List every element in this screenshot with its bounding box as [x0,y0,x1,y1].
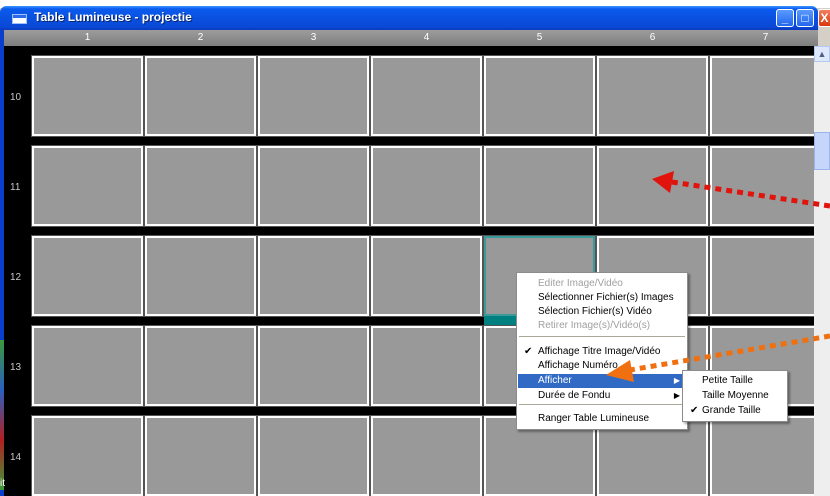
slide-cell[interactable] [144,415,257,496]
slide-cell[interactable] [709,145,822,227]
row-number: 14 [10,452,22,463]
slide-cell[interactable] [257,145,370,227]
menu-item-label: Sélection Fichier(s) Vidéo [538,306,652,317]
menu-item-label: Retirer Image(s)/Vidéo(s) [538,320,651,331]
vertical-scrollbar[interactable]: ▲ [814,46,830,496]
submenu-arrow-icon: ▶ [673,391,680,400]
maximize-icon[interactable]: □ [796,9,814,27]
slide-cell[interactable] [483,145,596,227]
menu-item-label: Petite Taille [702,375,753,386]
slide-cell[interactable] [31,235,144,317]
column-number: 4 [423,32,430,43]
context-menu-item[interactable]: Durée de Fondu ▶ [518,389,686,403]
slide-cell[interactable] [144,55,257,137]
slide-cell[interactable] [257,235,370,317]
slide-cell[interactable] [31,415,144,496]
title-bar[interactable]: Table Lumineuse - projectie _ □ X [0,6,830,30]
submenu-item[interactable]: Petite Taille [684,374,786,388]
context-menu-item[interactable]: Ranger Table Lumineuse [518,412,686,426]
menu-item-label: Editer Image/Vidéo [538,278,623,289]
menu-item-label: Affichage Titre Image/Vidéo [538,346,661,357]
slide-cell[interactable] [370,145,483,227]
slide-cell[interactable] [709,55,822,137]
context-menu-item[interactable]: Sélection Fichier(s) Vidéo [518,305,686,319]
check-icon: ✔ [524,346,533,357]
context-menu-item[interactable]: Sélectionner Fichier(s) Images [518,291,686,305]
window-app-icon[interactable] [12,14,27,24]
menu-item-label: Taille Moyenne [702,390,769,401]
menu-item-label: Durée de Fondu [538,390,611,401]
slide-cell[interactable] [144,235,257,317]
context-menu-item[interactable]: Retirer Image(s)/Vidéo(s) [518,319,686,333]
app-window: Table Lumineuse - projectie _ □ X 123456… [0,6,830,496]
slide-cell[interactable] [596,145,709,227]
minimize-icon[interactable]: _ [776,9,794,27]
menu-item-label: Sélectionner Fichier(s) Images [538,292,674,303]
slide-cell[interactable] [709,235,822,317]
column-number: 3 [310,32,317,43]
slide-cell[interactable] [144,145,257,227]
menu-item-label: Ranger Table Lumineuse [538,413,650,424]
slide-cell[interactable] [370,325,483,407]
menu-item-label: Affichage Numéro [538,360,618,371]
slide-cell[interactable] [483,55,596,137]
context-menu: Editer Image/Vidéo Sélectionner Fichier(s… [516,272,688,430]
light-table-grid: 1234567 10 11 12 13 14 [4,30,822,496]
chevron-up-icon[interactable]: ▲ [814,46,830,62]
menu-separator [519,404,685,405]
slide-cell[interactable] [370,235,483,317]
slide-cell[interactable] [257,55,370,137]
slide-cell[interactable] [31,325,144,407]
window-title: Table Lumineuse - projectie [34,10,192,24]
submenu-arrow-icon: ▶ [673,376,680,385]
context-menu-item[interactable]: Afficher ▶ [518,374,686,388]
slide-cell[interactable] [31,145,144,227]
slide-cell[interactable] [370,55,483,137]
context-menu-item[interactable]: Affichage Numéro [518,359,686,373]
row-number: 10 [10,92,22,103]
slide-cell[interactable] [370,415,483,496]
background-edge-text: it [0,478,5,489]
submenu-item[interactable]: ✔ Grande Taille [684,404,786,418]
column-number: 5 [536,32,543,43]
column-number: 2 [197,32,204,43]
slide-cell[interactable] [144,325,257,407]
menu-item-label: Grande Taille [702,405,761,416]
scrollbar-thumb[interactable] [814,132,830,170]
row-number: 11 [10,182,21,193]
background-window-edge [0,340,4,490]
column-header-bar: 1 2 3 4 5 6 7 [4,30,818,46]
slide-cell[interactable] [31,55,144,137]
submenu-item[interactable]: Taille Moyenne [684,389,786,403]
menu-separator [519,336,685,337]
column-number: 1 [84,32,91,43]
context-menu-item[interactable]: Editer Image/Vidéo [518,277,686,291]
column-number: 6 [649,32,656,43]
close-icon[interactable]: X [818,9,830,27]
column-number: 7 [762,32,769,43]
row-number: 12 [10,272,22,283]
slide-cell[interactable] [596,55,709,137]
slide-cell[interactable] [257,325,370,407]
context-menu-item[interactable]: ✔ Affichage Titre Image/Vidéo [518,345,686,359]
row-number: 13 [10,362,22,373]
menu-item-label: Afficher [538,375,572,386]
check-icon: ✔ [690,405,699,416]
slide-cell[interactable] [709,415,822,496]
afficher-submenu: Petite Taille Taille Moyenne ✔ Grande Taill… [682,370,788,422]
slide-cell[interactable] [257,415,370,496]
